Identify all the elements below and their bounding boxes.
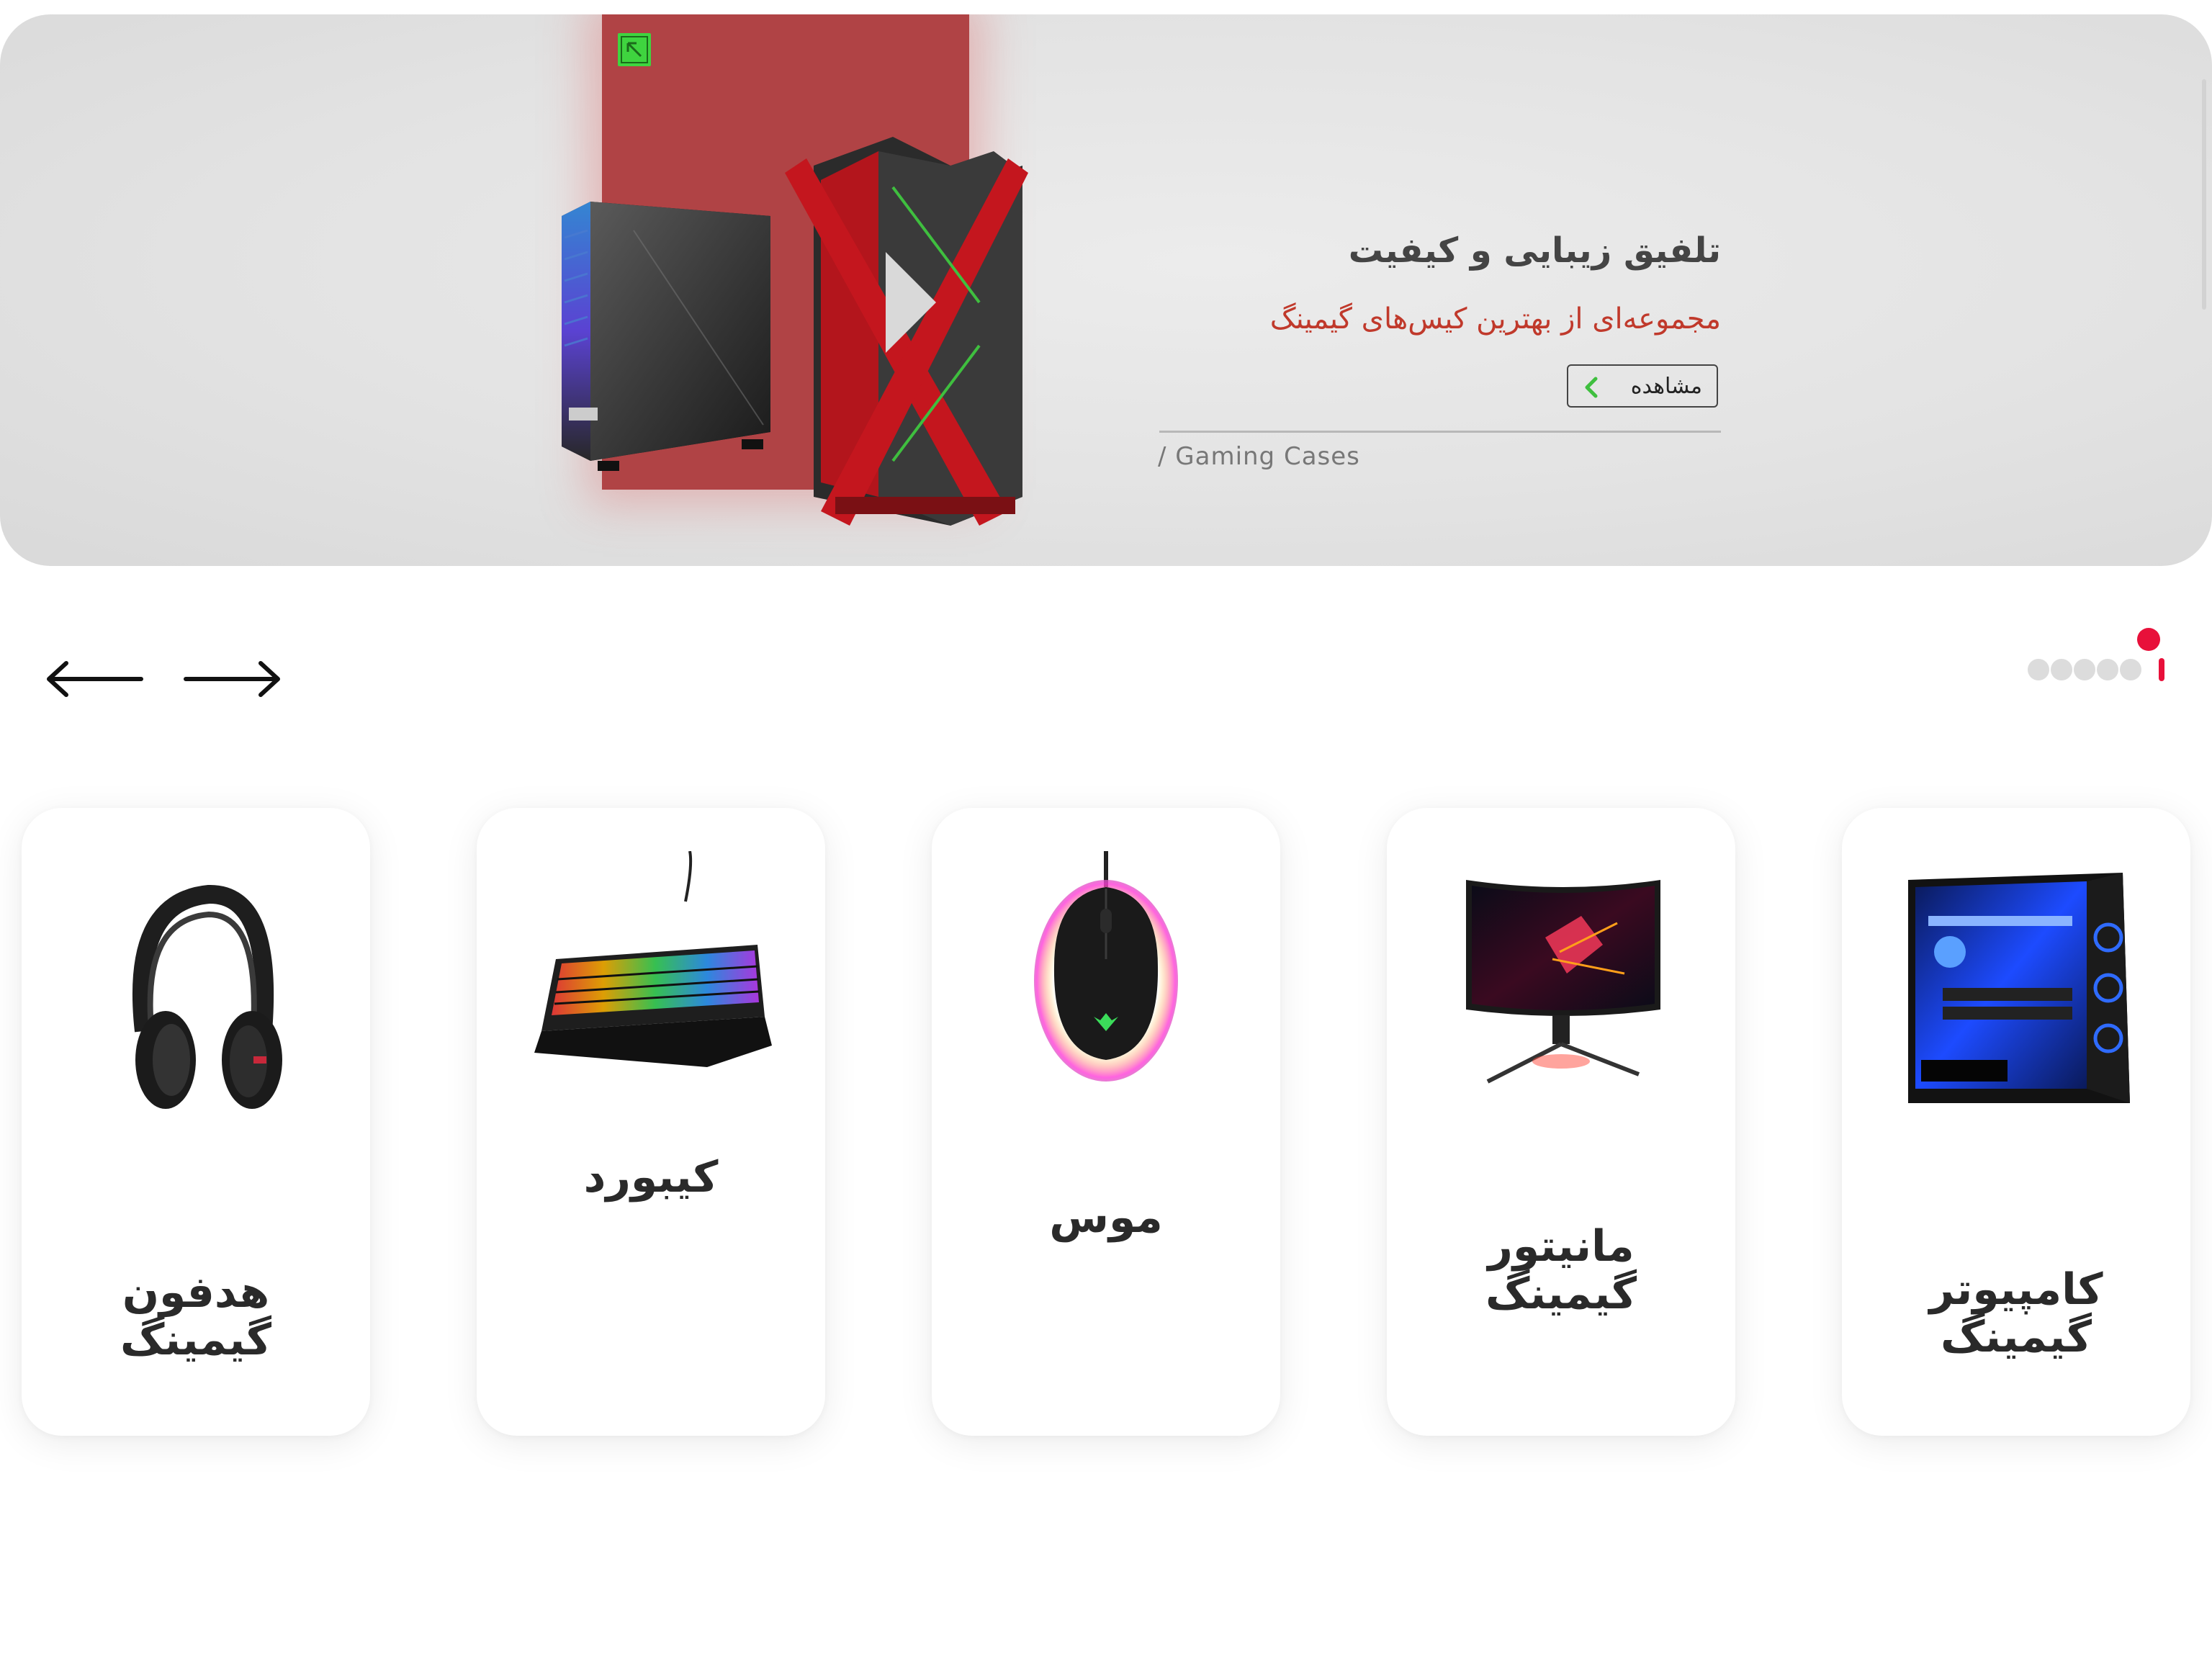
hero-subtitle: مجموعه‌ای از بهترین کیس‌های گیمینگ bbox=[1269, 302, 1721, 336]
view-button-label: مشاهده bbox=[1630, 373, 1702, 399]
hero-caption: / Gaming Cases bbox=[1158, 442, 1360, 471]
keyboard-image bbox=[534, 851, 772, 1067]
arrow-right-icon[interactable] bbox=[181, 654, 282, 704]
gaming-cases-image bbox=[562, 137, 1028, 526]
monitor-image bbox=[1466, 880, 1660, 1084]
pc-case-image bbox=[1908, 873, 2130, 1103]
hero-banner[interactable]: تلفیق زیبایی و کیفیت مجموعه‌ای از بهترین… bbox=[0, 14, 2212, 566]
hero-scrollbar[interactable] bbox=[2202, 79, 2206, 310]
pagination-dot[interactable] bbox=[2074, 659, 2095, 680]
category-card-pc[interactable]: کامپیوتر گیمینگ bbox=[1842, 808, 2190, 1436]
pagination-dot[interactable] bbox=[2120, 659, 2141, 680]
category-card-mouse[interactable]: موس bbox=[932, 808, 1280, 1436]
category-label: هدفون گیمینگ bbox=[120, 1267, 272, 1365]
chevron-left-icon bbox=[1585, 377, 1598, 398]
category-label: موس bbox=[1049, 1192, 1163, 1243]
mouse-image bbox=[1034, 851, 1178, 1082]
hero-divider bbox=[1159, 431, 1721, 433]
category-label: کیبورد bbox=[583, 1152, 719, 1202]
hero-title: تلفیق زیبایی و کیفیت bbox=[1348, 230, 1721, 271]
headphones-image bbox=[132, 884, 282, 1109]
carousel-pagination bbox=[2028, 658, 2164, 681]
pagination-dot[interactable] bbox=[2097, 659, 2118, 680]
pagination-dot[interactable] bbox=[2028, 659, 2049, 680]
expand-icon[interactable] bbox=[618, 33, 651, 66]
category-label: کامپیوتر گیمینگ bbox=[1929, 1264, 2103, 1362]
category-card-keyboard[interactable]: کیبورد bbox=[477, 808, 825, 1436]
pagination-dot[interactable] bbox=[2051, 659, 2072, 680]
category-card-headphones[interactable]: هدفون گیمینگ bbox=[22, 808, 370, 1436]
category-label: مانیتور گیمینگ bbox=[1485, 1221, 1637, 1319]
carousel-indicator-dot bbox=[2137, 628, 2160, 651]
arrow-left-icon[interactable] bbox=[45, 654, 145, 704]
category-card-monitor[interactable]: مانیتور گیمینگ bbox=[1387, 808, 1735, 1436]
view-button[interactable]: مشاهده bbox=[1567, 364, 1718, 408]
pagination-dot-active[interactable] bbox=[2159, 658, 2164, 681]
